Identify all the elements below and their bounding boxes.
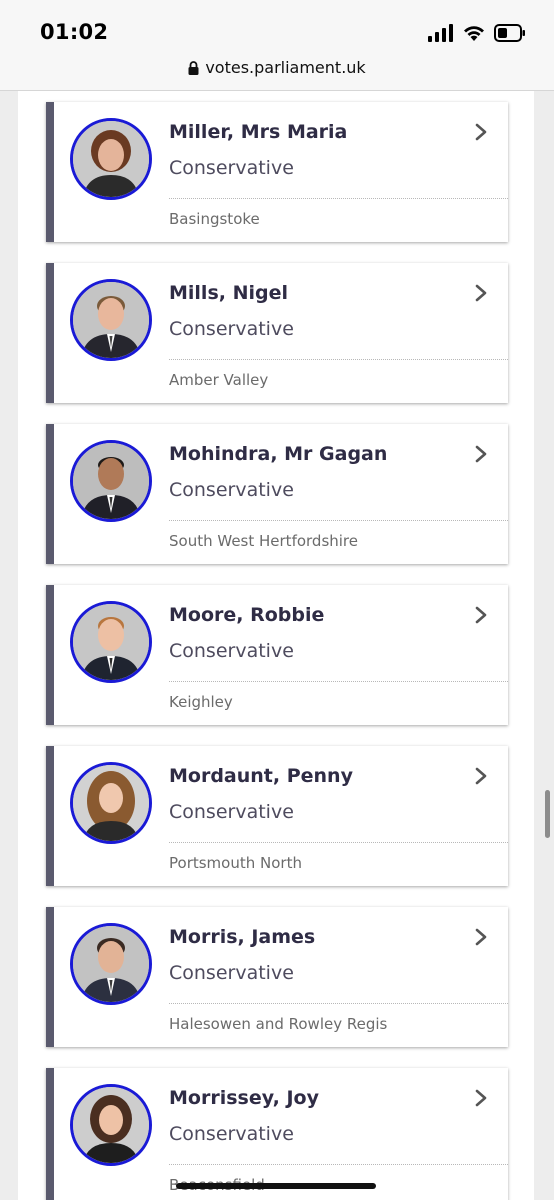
member-card[interactable]: Mohindra, Mr Gagan Conservative South We… xyxy=(46,424,508,564)
member-card[interactable]: Moore, Robbie Conservative Keighley xyxy=(46,585,508,725)
scroll-indicator[interactable] xyxy=(545,790,550,838)
member-party: Conservative xyxy=(169,640,294,662)
member-constituency: Keighley xyxy=(169,693,233,711)
system-icons xyxy=(428,22,526,44)
chevron-right-icon xyxy=(475,606,487,624)
member-card[interactable]: Morris, James Conservative Halesowen and… xyxy=(46,907,508,1047)
member-party: Conservative xyxy=(169,157,294,179)
member-photo xyxy=(70,118,152,200)
member-name: Morris, James xyxy=(169,926,316,948)
chevron-right-icon xyxy=(475,445,487,463)
member-photo xyxy=(70,440,152,522)
divider xyxy=(169,1003,508,1004)
battery-icon xyxy=(494,24,525,42)
member-party: Conservative xyxy=(169,479,294,501)
members-list: Miller, Mrs Maria Conservative Basingsto… xyxy=(18,91,534,1200)
member-party: Conservative xyxy=(169,962,294,984)
status-bar: 01:02 votes.parliament.uk xyxy=(0,0,554,91)
chevron-right-icon xyxy=(475,928,487,946)
member-card[interactable]: Mills, Nigel Conservative Amber Valley xyxy=(46,263,508,403)
member-party: Conservative xyxy=(169,801,294,823)
member-photo xyxy=(70,601,152,683)
chevron-right-icon xyxy=(475,284,487,302)
divider xyxy=(169,520,508,521)
divider xyxy=(169,1164,508,1165)
member-card[interactable]: Miller, Mrs Maria Conservative Basingsto… xyxy=(46,102,508,242)
member-name: Mohindra, Mr Gagan xyxy=(169,443,388,465)
divider xyxy=(169,359,508,360)
chevron-right-icon xyxy=(475,1089,487,1107)
divider xyxy=(169,842,508,843)
url-text: votes.parliament.uk xyxy=(205,58,366,77)
member-name: Miller, Mrs Maria xyxy=(169,121,348,143)
member-constituency: Halesowen and Rowley Regis xyxy=(169,1015,388,1033)
member-name: Mordaunt, Penny xyxy=(169,765,353,787)
member-photo xyxy=(70,762,152,844)
home-indicator[interactable] xyxy=(176,1183,376,1189)
member-photo xyxy=(70,923,152,1005)
member-party: Conservative xyxy=(169,1123,294,1145)
divider xyxy=(169,681,508,682)
address-bar[interactable]: votes.parliament.uk xyxy=(0,58,554,77)
member-photo xyxy=(70,1084,152,1166)
member-constituency: South West Hertfordshire xyxy=(169,532,359,550)
member-party: Conservative xyxy=(169,318,294,340)
member-card[interactable]: Morrissey, Joy Conservative Beaconsfield xyxy=(46,1068,508,1200)
member-name: Morrissey, Joy xyxy=(169,1087,319,1109)
member-name: Moore, Robbie xyxy=(169,604,325,626)
signal-icon xyxy=(428,24,453,42)
status-time: 01:02 xyxy=(40,20,109,44)
chevron-right-icon xyxy=(475,123,487,141)
wifi-icon xyxy=(464,26,484,41)
chevron-right-icon xyxy=(475,767,487,785)
member-name: Mills, Nigel xyxy=(169,282,289,304)
member-constituency: Portsmouth North xyxy=(169,854,302,872)
member-constituency: Basingstoke xyxy=(169,210,260,228)
lock-icon xyxy=(188,61,199,75)
member-card[interactable]: Mordaunt, Penny Conservative Portsmouth … xyxy=(46,746,508,886)
member-photo xyxy=(70,279,152,361)
member-constituency: Amber Valley xyxy=(169,371,269,389)
divider xyxy=(169,198,508,199)
